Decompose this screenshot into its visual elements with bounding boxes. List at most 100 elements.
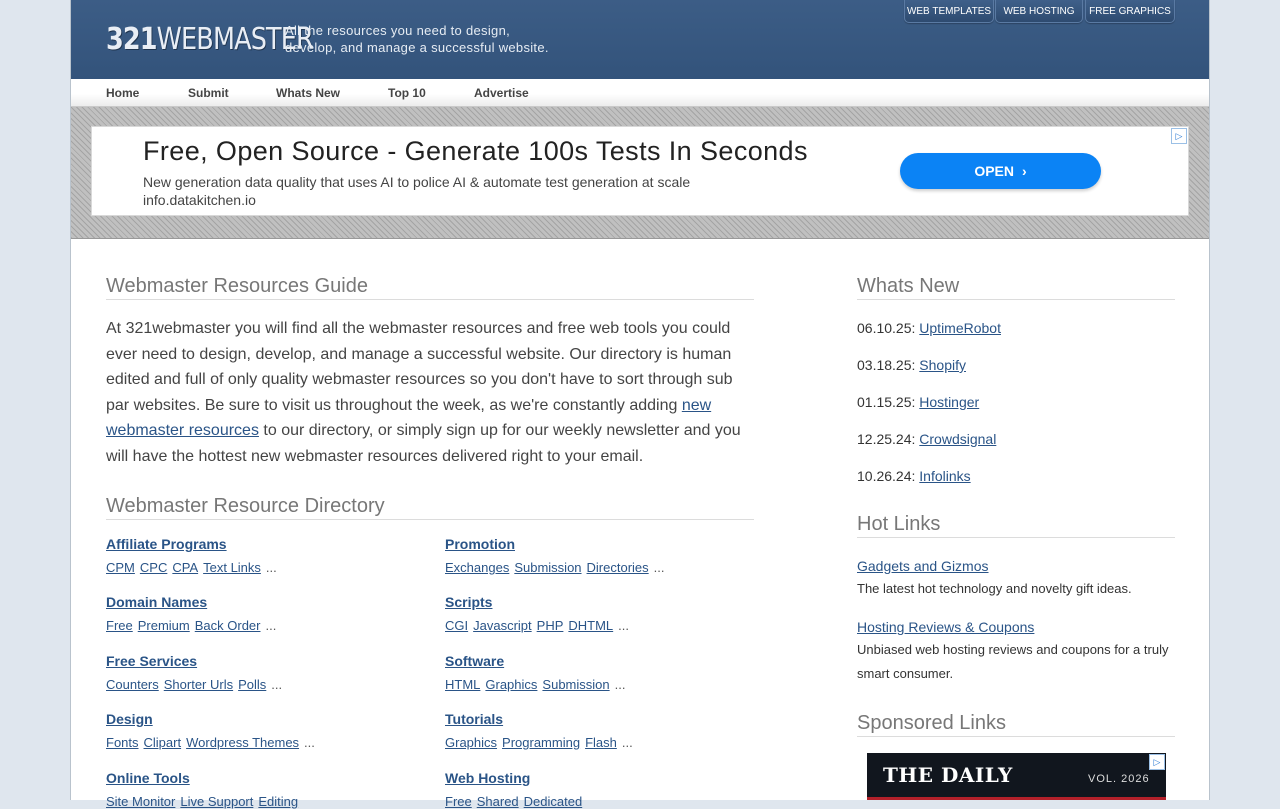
ad-headline[interactable]: Free, Open Source - Generate 100s Tests … <box>143 136 808 167</box>
category-links: Free Shared Dedicated <box>445 794 765 809</box>
category-links: Graphics Programming Flash... <box>445 735 765 750</box>
sponsored-ad-title: THE DAILY <box>883 763 1013 787</box>
subcategory-link[interactable]: Counters <box>106 677 159 692</box>
subcategory-link[interactable]: Dedicated <box>524 794 583 809</box>
site-logo[interactable]: 321WEBMASTER <box>106 22 314 58</box>
category-title[interactable]: Free Services <box>106 653 426 669</box>
hot-link-title[interactable]: Hosting Reviews & Coupons <box>857 619 1034 635</box>
subcategory-link[interactable]: PHP <box>537 618 564 633</box>
main-nav: Home Submit Whats New Top 10 Advertise <box>71 79 1209 107</box>
hot-link-title[interactable]: Gadgets and Gizmos <box>857 558 989 574</box>
subcategory-link[interactable]: Flash <box>585 735 617 750</box>
chevron-right-icon: › <box>1022 163 1027 179</box>
subcategory-link[interactable]: HTML <box>445 677 480 692</box>
category-scripts: Scripts CGI Javascript PHP DHTML... <box>445 594 765 633</box>
subcategory-link[interactable]: Free <box>445 794 472 809</box>
news-date: 10.26.24: <box>857 468 916 484</box>
subcategory-link[interactable]: Text Links <box>203 560 261 575</box>
subcategory-link[interactable]: Graphics <box>445 735 497 750</box>
subcategory-link[interactable]: Submission <box>514 560 581 575</box>
subcategory-link[interactable]: CGI <box>445 618 468 633</box>
more-indicator: ... <box>653 560 665 575</box>
news-link[interactable]: UptimeRobot <box>919 320 1001 336</box>
subcategory-link[interactable]: Back Order <box>195 618 261 633</box>
category-free-services: Free Services Counters Shorter Urls Polls.… <box>106 653 426 692</box>
top-link-web-hosting[interactable]: WEB HOSTING <box>995 0 1083 23</box>
category-title[interactable]: Online Tools <box>106 770 426 786</box>
top-link-free-graphics[interactable]: FREE GRAPHICS <box>1085 0 1175 23</box>
category-title[interactable]: Tutorials <box>445 711 765 727</box>
news-item: 12.25.24: Crowdsignal <box>857 431 996 447</box>
subcategory-link[interactable]: Wordpress Themes <box>186 735 299 750</box>
more-indicator: ... <box>265 560 277 575</box>
subcategory-link[interactable]: CPM <box>106 560 135 575</box>
category-links: Site Monitor Live Support Editing <box>106 794 426 809</box>
news-link[interactable]: Infolinks <box>919 468 970 484</box>
subcategory-link[interactable]: Shared <box>477 794 519 809</box>
category-links: CPM CPC CPA Text Links... <box>106 560 426 575</box>
news-date: 12.25.24: <box>857 431 916 447</box>
subcategory-link[interactable]: Site Monitor <box>106 794 175 809</box>
category-title[interactable]: Web Hosting <box>445 770 765 786</box>
news-link[interactable]: Hostinger <box>919 394 979 410</box>
nav-top-10[interactable]: Top 10 <box>388 86 426 100</box>
subcategory-link[interactable]: Clipart <box>144 735 182 750</box>
category-title[interactable]: Scripts <box>445 594 765 610</box>
category-title[interactable]: Design <box>106 711 426 727</box>
subcategory-link[interactable]: Directories <box>587 560 649 575</box>
more-indicator: ... <box>271 677 283 692</box>
more-indicator: ... <box>614 677 626 692</box>
category-title[interactable]: Affiliate Programs <box>106 536 426 552</box>
category-links: Counters Shorter Urls Polls... <box>106 677 426 692</box>
ad-choices-icon[interactable]: ▷ <box>1149 754 1165 770</box>
subcategory-link[interactable]: Fonts <box>106 735 139 750</box>
subcategory-link[interactable]: Shorter Urls <box>164 677 233 692</box>
subcategory-link[interactable]: Exchanges <box>445 560 509 575</box>
ad-choices-icon[interactable]: ▷ <box>1171 128 1187 144</box>
subcategory-link[interactable]: Graphics <box>485 677 537 692</box>
subcategory-link[interactable]: DHTML <box>568 618 613 633</box>
hot-link-description: The latest hot technology and novelty gi… <box>857 581 1132 596</box>
news-item: 03.18.25: Shopify <box>857 357 966 373</box>
hot-links-heading: Hot Links <box>857 513 1175 538</box>
tagline-line: All the resources you need to design, <box>285 23 511 38</box>
subcategory-link[interactable]: Javascript <box>473 618 532 633</box>
ad-open-button[interactable]: OPEN › <box>900 153 1101 189</box>
page-container: 321WEBMASTER All the resources you need … <box>70 0 1210 809</box>
nav-home[interactable]: Home <box>106 86 139 100</box>
ad-banner[interactable]: Free, Open Source - Generate 100s Tests … <box>91 126 1189 216</box>
top-link-web-templates[interactable]: WEB TEMPLATES <box>904 0 994 23</box>
news-link[interactable]: Crowdsignal <box>919 431 996 447</box>
more-indicator: ... <box>265 618 277 633</box>
category-title[interactable]: Domain Names <box>106 594 426 610</box>
nav-advertise[interactable]: Advertise <box>474 86 529 100</box>
news-item: 01.15.25: Hostinger <box>857 394 979 410</box>
subcategory-link[interactable]: Submission <box>542 677 609 692</box>
subcategory-link[interactable]: Editing <box>258 794 298 809</box>
nav-submit[interactable]: Submit <box>188 86 229 100</box>
category-links: CGI Javascript PHP DHTML... <box>445 618 765 633</box>
subcategory-link[interactable]: Free <box>106 618 133 633</box>
sponsored-ad-volume: VOL. 2026 <box>1088 773 1150 785</box>
category-title[interactable]: Promotion <box>445 536 765 552</box>
news-item: 10.26.24: Infolinks <box>857 468 971 484</box>
subcategory-link[interactable]: Live Support <box>180 794 253 809</box>
category-software: Software HTML Graphics Submission... <box>445 653 765 692</box>
category-online-tools: Online Tools Site Monitor Live Support Edi… <box>106 770 426 809</box>
news-date: 06.10.25: <box>857 320 916 336</box>
subcategory-link[interactable]: Premium <box>138 618 190 633</box>
subcategory-link[interactable]: CPA <box>172 560 198 575</box>
guide-heading: Webmaster Resources Guide <box>106 275 754 300</box>
category-links: Exchanges Submission Directories... <box>445 560 765 575</box>
subcategory-link[interactable]: CPC <box>140 560 167 575</box>
more-indicator: ... <box>304 735 315 750</box>
category-affiliate-programs: Affiliate Programs CPM CPC CPA Text Links..… <box>106 536 426 575</box>
site-tagline: All the resources you need to design, de… <box>285 22 585 56</box>
nav-whats-new[interactable]: Whats New <box>276 86 340 100</box>
news-link[interactable]: Shopify <box>919 357 966 373</box>
sponsored-ad-banner[interactable]: THE DAILY VOL. 2026 ▷ <box>867 753 1166 800</box>
category-title[interactable]: Software <box>445 653 765 669</box>
category-promotion: Promotion Exchanges Submission Directories… <box>445 536 765 575</box>
subcategory-link[interactable]: Programming <box>502 735 580 750</box>
subcategory-link[interactable]: Polls <box>238 677 266 692</box>
